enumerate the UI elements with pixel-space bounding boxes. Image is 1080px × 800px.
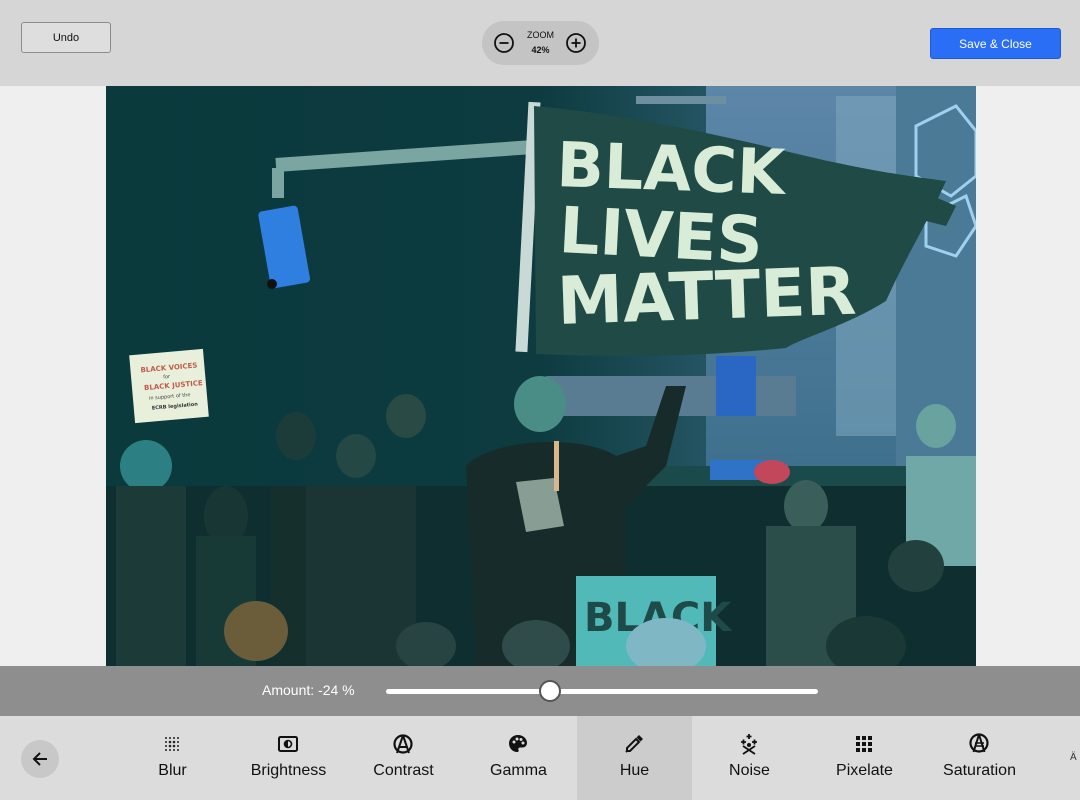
grid-icon bbox=[856, 736, 872, 752]
top-toolbar: Undo ZOOM 42% Save & Close bbox=[0, 0, 1080, 86]
photo-illustration: BLACK LIVES MATTER BLACK VOICES for BLAC… bbox=[106, 86, 976, 666]
blur-icon bbox=[165, 737, 179, 751]
amount-slider[interactable] bbox=[386, 680, 818, 702]
back-button[interactable] bbox=[21, 740, 59, 778]
tool-contrast[interactable]: Contrast bbox=[346, 716, 461, 800]
zoom-value: 42% bbox=[531, 45, 550, 55]
saturation-icon bbox=[969, 733, 989, 753]
tool-gamma[interactable]: Gamma bbox=[461, 716, 576, 800]
tool-label: Contrast bbox=[373, 762, 434, 779]
zoom-label: ZOOM bbox=[527, 30, 554, 40]
brightness-icon bbox=[278, 736, 298, 752]
contrast-icon bbox=[393, 734, 413, 754]
tool-noise[interactable]: Noise bbox=[692, 716, 807, 800]
tool-brightness[interactable]: Brightness bbox=[231, 716, 346, 800]
tool-label: Saturation bbox=[943, 762, 1016, 779]
palette-icon bbox=[509, 735, 527, 752]
zoom-out-icon[interactable] bbox=[493, 32, 515, 54]
amount-label: Amount: -24 % bbox=[262, 682, 355, 698]
canvas-area: BLACK LIVES MATTER BLACK VOICES for BLAC… bbox=[0, 86, 1080, 666]
flag-text-line: MATTER bbox=[556, 253, 858, 340]
amount-bar: Amount: -24 % bbox=[0, 666, 1080, 716]
tool-saturation[interactable]: Saturation bbox=[922, 716, 1037, 800]
tool-label: Noise bbox=[729, 762, 770, 779]
tool-blur[interactable]: Blur bbox=[115, 716, 230, 800]
tool-label: Brightness bbox=[250, 762, 327, 779]
tool-hue[interactable]: Hue bbox=[577, 716, 692, 800]
tool-pixelate[interactable]: Pixelate bbox=[807, 716, 922, 800]
amount-slider-thumb[interactable] bbox=[539, 680, 562, 702]
noise-icon bbox=[741, 734, 757, 755]
undo-button[interactable]: Undo bbox=[21, 22, 111, 53]
save-close-button[interactable]: Save & Close bbox=[930, 28, 1061, 59]
zoom-control: ZOOM 42% bbox=[482, 21, 599, 65]
tool-label: Blur bbox=[158, 762, 187, 779]
toolbar-overflow-indicator[interactable]: Ä bbox=[1070, 752, 1077, 763]
tool-label: Gamma bbox=[490, 762, 547, 779]
edited-photo: BLACK LIVES MATTER BLACK VOICES for BLAC… bbox=[106, 86, 976, 666]
arrow-left-icon bbox=[32, 752, 47, 766]
tool-label: Pixelate bbox=[836, 762, 893, 779]
filter-toolbar: Blur Brightness Contrast Gamma Hue Noise… bbox=[0, 716, 1080, 800]
zoom-in-icon[interactable] bbox=[565, 32, 587, 54]
tool-label: Hue bbox=[619, 762, 650, 779]
eyedropper-icon bbox=[625, 735, 643, 753]
